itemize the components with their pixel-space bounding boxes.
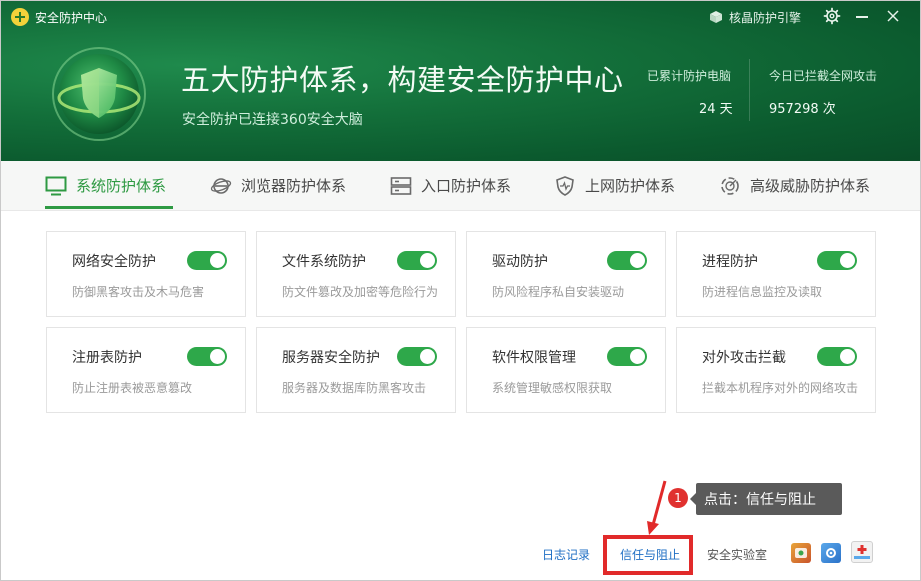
card-outbound-attack-block: 对外攻击拦截 拦截本机程序对外的网络攻击 [676, 327, 876, 413]
security-lab-label: 安全实验室 [707, 548, 768, 562]
card-software-permission: 软件权限管理 系统管理敏感权限获取 [466, 327, 666, 413]
card-desc: 拦截本机程序对外的网络攻击 [702, 381, 859, 395]
blocked-attacks-label: 今日已拦截全网攻击 [769, 69, 878, 83]
card-title: 驱动防护 [492, 254, 548, 270]
card-network-protection: 网络安全防护 防御黑客攻击及木马危害 [46, 231, 246, 317]
trust-block-link[interactable]: 信任与阻止 [620, 546, 680, 563]
shield-pulse-icon [556, 175, 574, 196]
browser-icon [210, 177, 232, 194]
medkit-tool-icon[interactable] [851, 541, 873, 563]
step-badge: 1 [668, 488, 688, 508]
cube-icon [709, 10, 723, 24]
card-server-protection: 服务器安全防护 服务器及数据库防黑客攻击 [256, 327, 456, 413]
card-title: 进程防护 [702, 254, 758, 270]
connection-status: 安全防护已连接360安全大脑 [182, 112, 363, 128]
log-records-link[interactable]: 日志记录 [542, 546, 590, 563]
headline: 五大防护体系，构建安全防护中心 [181, 63, 624, 97]
card-driver-protection: 驱动防护 防风险程序私自安装驱动 [466, 231, 666, 317]
card-registry-protection: 注册表防护 防止注册表被恶意篡改 [46, 327, 246, 413]
minimize-icon[interactable] [856, 16, 868, 18]
toggle-driver-protection[interactable] [607, 251, 647, 270]
app-window: 安全防护中心 核晶防护引擎 五大防护体系，构建安全防护中心 安全防护已连接360… [0, 0, 921, 581]
protect-days-label: 已累计防护电脑 [647, 69, 732, 83]
app-logo-icon [11, 8, 29, 26]
card-desc: 防进程信息监控及读取 [702, 285, 823, 299]
tab-label: 高级威胁防护体系 [750, 177, 871, 195]
lab-tool-icon[interactable] [791, 543, 811, 563]
card-desc: 系统管理敏感权限获取 [492, 381, 613, 395]
tab-label: 入口防护体系 [421, 177, 512, 195]
toggle-outbound-attack-block[interactable] [817, 347, 857, 366]
blocked-attacks-value: 957298 次 [769, 102, 836, 117]
toggle-software-permission[interactable] [607, 347, 647, 366]
card-desc: 防止注册表被恶意篡改 [72, 381, 193, 395]
card-title: 软件权限管理 [492, 350, 576, 366]
card-title: 服务器安全防护 [282, 350, 380, 366]
tab-entry-protection[interactable]: 入口防护体系 [390, 161, 511, 210]
toggle-filesystem-protection[interactable] [397, 251, 437, 270]
toggle-server-protection[interactable] [397, 347, 437, 366]
toggle-registry-protection[interactable] [187, 347, 227, 366]
window-title: 安全防护中心 [35, 11, 108, 25]
stats-divider [749, 59, 750, 121]
card-desc: 防风险程序私自安装驱动 [492, 285, 625, 299]
tab-label: 上网防护体系 [585, 177, 676, 195]
toggle-network-protection[interactable] [187, 251, 227, 270]
settings-tool-icon[interactable] [821, 543, 841, 563]
card-title: 网络安全防护 [72, 254, 156, 270]
tab-browser-protection[interactable]: 浏览器防护体系 [210, 161, 346, 210]
server-icon [390, 176, 412, 195]
card-filesystem-protection: 文件系统防护 防文件篡改及加密等危险行为 [256, 231, 456, 317]
card-title: 对外攻击拦截 [702, 350, 786, 366]
toggle-process-protection[interactable] [817, 251, 857, 270]
engine-button[interactable]: 核晶防护引擎 [709, 6, 801, 28]
monitor-icon [45, 176, 67, 195]
gear-icon[interactable] [823, 7, 841, 25]
protect-days-value: 24 天 [699, 102, 733, 117]
engine-label: 核晶防护引擎 [729, 10, 802, 25]
header-banner: 安全防护中心 核晶防护引擎 五大防护体系，构建安全防护中心 安全防护已连接360… [1, 1, 920, 161]
radar-icon [721, 176, 739, 195]
tab-system-protection[interactable]: 系统防护体系 [45, 161, 166, 210]
instruction-tooltip: 点击：信任与阻止 [690, 483, 842, 515]
card-desc: 服务器及数据库防黑客攻击 [282, 381, 427, 395]
tab-advanced-threat-protection[interactable]: 高级威胁防护体系 [719, 161, 870, 210]
card-title: 文件系统防护 [282, 254, 366, 270]
title-bar: 安全防护中心 核晶防护引擎 [1, 1, 920, 33]
pointer-arrow-icon [647, 480, 667, 535]
tab-web-protection[interactable]: 上网防护体系 [554, 161, 675, 210]
shield-emblem-icon [51, 46, 147, 142]
tab-bar: 系统防护体系 浏览器防护体系 入口防护体系 上网防护体系 高级威胁防护体系 [1, 161, 920, 211]
close-icon[interactable] [885, 8, 901, 24]
card-process-protection: 进程防护 防进程信息监控及读取 [676, 231, 876, 317]
tab-label: 浏览器防护体系 [241, 177, 347, 195]
card-desc: 防御黑客攻击及木马危害 [72, 285, 205, 299]
card-title: 注册表防护 [72, 350, 142, 366]
active-tab-indicator [45, 206, 173, 209]
card-desc: 防文件篡改及加密等危险行为 [282, 285, 439, 299]
tab-label: 系统防护体系 [76, 177, 167, 195]
